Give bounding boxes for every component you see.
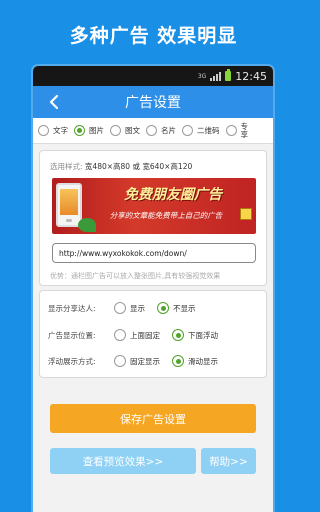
ad-type-text[interactable]: 文字: [38, 125, 68, 136]
ad-position-label: 广告显示位置:: [48, 330, 96, 340]
float-mode-slide[interactable]: 滑动显示: [172, 355, 218, 367]
show-sharer-show-radio[interactable]: [114, 302, 126, 314]
ad-type-exclusive-label: 专享: [240, 121, 249, 139]
ad-type-text-label: 文字: [53, 126, 68, 135]
status-time: 12:45: [235, 69, 267, 83]
preview-button[interactable]: 查看预览效果>>: [50, 448, 196, 474]
help-button[interactable]: 帮助>>: [201, 448, 256, 474]
show-sharer-label: 显示分享达人:: [48, 303, 96, 313]
show-sharer-row: 显示分享达人: 显示 不显示: [48, 301, 208, 315]
float-mode-slide-label: 滑动显示: [188, 356, 218, 366]
ad-banner-image[interactable]: 免费朋友圈广告 分享的文章能免费带上自己的广告: [52, 178, 256, 234]
size-spec-label: 选用样式:: [50, 162, 83, 171]
ad-type-text-radio[interactable]: [38, 125, 49, 136]
ad-type-card-radio[interactable]: [146, 125, 157, 136]
ad-position-row: 广告显示位置: 上面固定 下面浮动: [48, 328, 230, 342]
show-sharer-show[interactable]: 显示: [114, 302, 145, 314]
phone-screen: 3G 12:45 广告设置 文字 图片 图文 名片 二维码 专享 选用样式: 宽…: [33, 66, 273, 512]
ad-type-exclusive-radio[interactable]: [225, 125, 237, 136]
ad-type-image-text-radio[interactable]: [110, 125, 121, 136]
ad-type-image-radio[interactable]: [74, 125, 85, 136]
page-title: 广告设置: [125, 95, 181, 111]
float-mode-row: 浮动展示方式: 固定显示 滑动显示: [48, 354, 230, 368]
banner-title: 免费朋友圈广告: [124, 187, 222, 203]
ad-type-image[interactable]: 图片: [74, 125, 104, 136]
battery-icon: [225, 69, 232, 81]
ad-position-bottom-float[interactable]: 下面浮动: [172, 329, 218, 341]
network-type: 3G: [197, 72, 207, 80]
size-spec: 选用样式: 宽480×高80 或 宽640×高120: [50, 161, 192, 172]
float-mode-slide-radio[interactable]: [172, 355, 184, 367]
ad-type-card[interactable]: 名片: [146, 125, 176, 136]
size-spec-value: 宽480×高80 或 宽640×高120: [84, 162, 193, 171]
ad-position-bottom-float-radio[interactable]: [172, 329, 184, 341]
show-sharer-show-label: 显示: [130, 303, 145, 313]
display-options-card: 显示分享达人: 显示 不显示 广告显示位置: 上面固定 下面浮动 浮动展示方式:: [39, 290, 267, 378]
ad-position-bottom-float-label: 下面浮动: [188, 330, 218, 340]
float-mode-fixed-label: 固定显示: [130, 356, 160, 366]
advantage-hint: 优势：通栏图广告可以放入整张图片,具有较强视觉效果: [50, 272, 221, 280]
signal-icon: [210, 71, 222, 81]
show-sharer-hide[interactable]: 不显示: [157, 302, 196, 314]
phone-illustration: [56, 183, 82, 227]
image-ad-card: 选用样式: 宽480×高80 或 宽640×高120 免费朋友圈广告 分享的文章…: [39, 150, 267, 286]
promo-headline: 多种广告 效果明显: [69, 24, 238, 47]
ad-type-image-label: 图片: [89, 126, 104, 135]
ad-position-top-fixed[interactable]: 上面固定: [114, 329, 160, 341]
float-mode-fixed[interactable]: 固定显示: [114, 355, 160, 367]
ad-position-top-fixed-label: 上面固定: [130, 330, 160, 340]
gift-icon: [240, 208, 252, 220]
float-mode-fixed-radio[interactable]: [114, 355, 126, 367]
ad-type-image-text[interactable]: 图文: [110, 125, 140, 136]
ad-type-card-label: 名片: [161, 126, 176, 135]
back-arrow-icon[interactable]: [45, 92, 65, 112]
ad-type-qrcode-radio[interactable]: [182, 125, 193, 136]
ad-type-qrcode-label: 二维码: [197, 126, 220, 135]
ad-position-top-fixed-radio[interactable]: [114, 329, 126, 341]
show-sharer-hide-radio[interactable]: [157, 302, 169, 314]
link-url-input[interactable]: [52, 243, 256, 263]
ad-type-image-text-label: 图文: [125, 126, 140, 135]
save-ad-settings-button[interactable]: 保存广告设置: [50, 404, 256, 433]
title-bar: 广告设置: [33, 86, 273, 118]
ad-type-qrcode[interactable]: 二维码: [182, 125, 220, 136]
status-bar: 3G 12:45: [33, 66, 273, 86]
ad-type-exclusive[interactable]: 专享: [225, 121, 250, 139]
ad-type-selector: 文字 图片 图文 名片 二维码 专享: [33, 118, 273, 144]
float-mode-label: 浮动展示方式:: [48, 356, 96, 366]
show-sharer-hide-label: 不显示: [173, 303, 196, 313]
banner-subtitle: 分享的文章能免费带上自己的广告: [109, 211, 223, 220]
